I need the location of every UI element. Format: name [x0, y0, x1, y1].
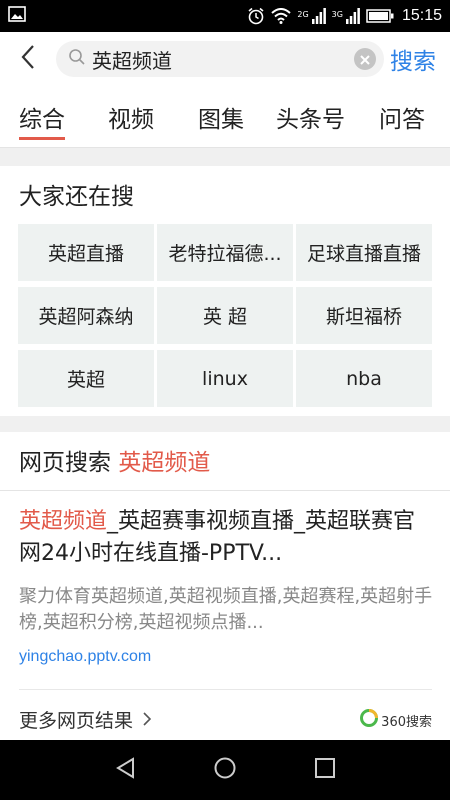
system-nav-bar	[0, 740, 450, 800]
suggestion-item[interactable]: 英超	[18, 350, 154, 407]
nav-recents-button[interactable]	[311, 756, 339, 784]
status-bar: 2G 3G 15:15	[0, 0, 450, 32]
suggestion-item[interactable]: 斯坦福桥	[296, 287, 432, 344]
suggestion-item[interactable]: 老特拉福德...	[157, 224, 293, 281]
status-time: 15:15	[401, 7, 442, 24]
brand-label: 360搜索	[381, 714, 432, 730]
wifi-icon	[271, 8, 292, 24]
clear-button[interactable]	[354, 48, 376, 70]
360-logo-icon	[359, 708, 379, 732]
suggestion-item[interactable]: linux	[157, 350, 293, 407]
result-title-link[interactable]: 英超频道_英超赛事视频直播_英超联赛官网24小时在线直播-PPTV...	[19, 506, 434, 570]
result-snippet: 聚力体育英超频道,英超视频直播,英超赛程,英超射手榜,英超积分榜,英超视频点播.…	[19, 586, 433, 633]
section-title-keyword: 英超频道	[118, 450, 211, 476]
result-url[interactable]: yingchao.pptv.com	[19, 648, 151, 666]
search-input[interactable]	[92, 47, 354, 71]
network-type-label: 3G	[331, 10, 343, 19]
web-results-section: 网页搜索 英超频道 英超频道_英超赛事视频直播_英超联赛官网24小时在线直播-P…	[0, 432, 450, 740]
tab-qa[interactable]: 问答	[379, 100, 425, 140]
tab-video[interactable]: 视频	[108, 100, 154, 140]
back-button[interactable]	[0, 32, 56, 86]
search-header: 搜索	[0, 32, 450, 86]
tab-comprehensive[interactable]: 综合	[19, 100, 65, 140]
network-type-label: 2G	[297, 10, 309, 19]
image-icon	[8, 6, 26, 26]
suggestion-item[interactable]: 英 超	[157, 287, 293, 344]
more-results-label: 更多网页结果	[19, 710, 134, 732]
more-results-link[interactable]: 更多网页结果	[19, 706, 152, 733]
section-title: 网页搜索 英超频道	[19, 443, 210, 477]
chevron-right-icon	[143, 709, 152, 731]
section-title: 大家还在搜	[19, 184, 134, 210]
suggestion-item[interactable]: 英超直播	[18, 224, 154, 281]
search-button[interactable]: 搜索	[390, 42, 436, 76]
result-title-highlight: 英超频道	[19, 509, 108, 534]
nav-back-button[interactable]	[112, 756, 140, 784]
circle-home-icon	[213, 756, 237, 784]
close-icon	[360, 50, 370, 69]
suggestion-grid: 英超直播 老特拉福德... 足球直播直播 英超阿森纳 英 超 斯坦福桥 英超 l…	[18, 224, 432, 407]
suggestion-item[interactable]: 足球直播直播	[296, 224, 432, 281]
square-recents-icon	[314, 757, 336, 783]
tab-gallery[interactable]: 图集	[198, 100, 244, 140]
chevron-left-icon	[20, 44, 36, 74]
brand-logo: 360搜索	[359, 708, 432, 732]
suggestion-item[interactable]: 英超阿森纳	[18, 287, 154, 344]
alarm-icon	[247, 7, 265, 25]
also-search-section: 大家还在搜 英超直播 老特拉福德... 足球直播直播 英超阿森纳 英 超 斯坦福…	[0, 166, 450, 416]
divider	[0, 490, 450, 491]
category-tabs: 综合 视频 图集 头条号 问答	[0, 86, 450, 148]
signal-icon	[345, 8, 360, 24]
search-box[interactable]	[56, 41, 384, 77]
nav-home-button[interactable]	[211, 756, 239, 784]
tab-toutiao-account[interactable]: 头条号	[276, 100, 345, 140]
search-icon	[68, 48, 86, 70]
signal-icon	[311, 8, 326, 24]
battery-icon	[366, 9, 394, 23]
divider	[19, 689, 432, 690]
section-title-prefix: 网页搜索	[19, 450, 111, 476]
triangle-back-icon	[114, 756, 138, 784]
suggestion-item[interactable]: nba	[296, 350, 432, 407]
